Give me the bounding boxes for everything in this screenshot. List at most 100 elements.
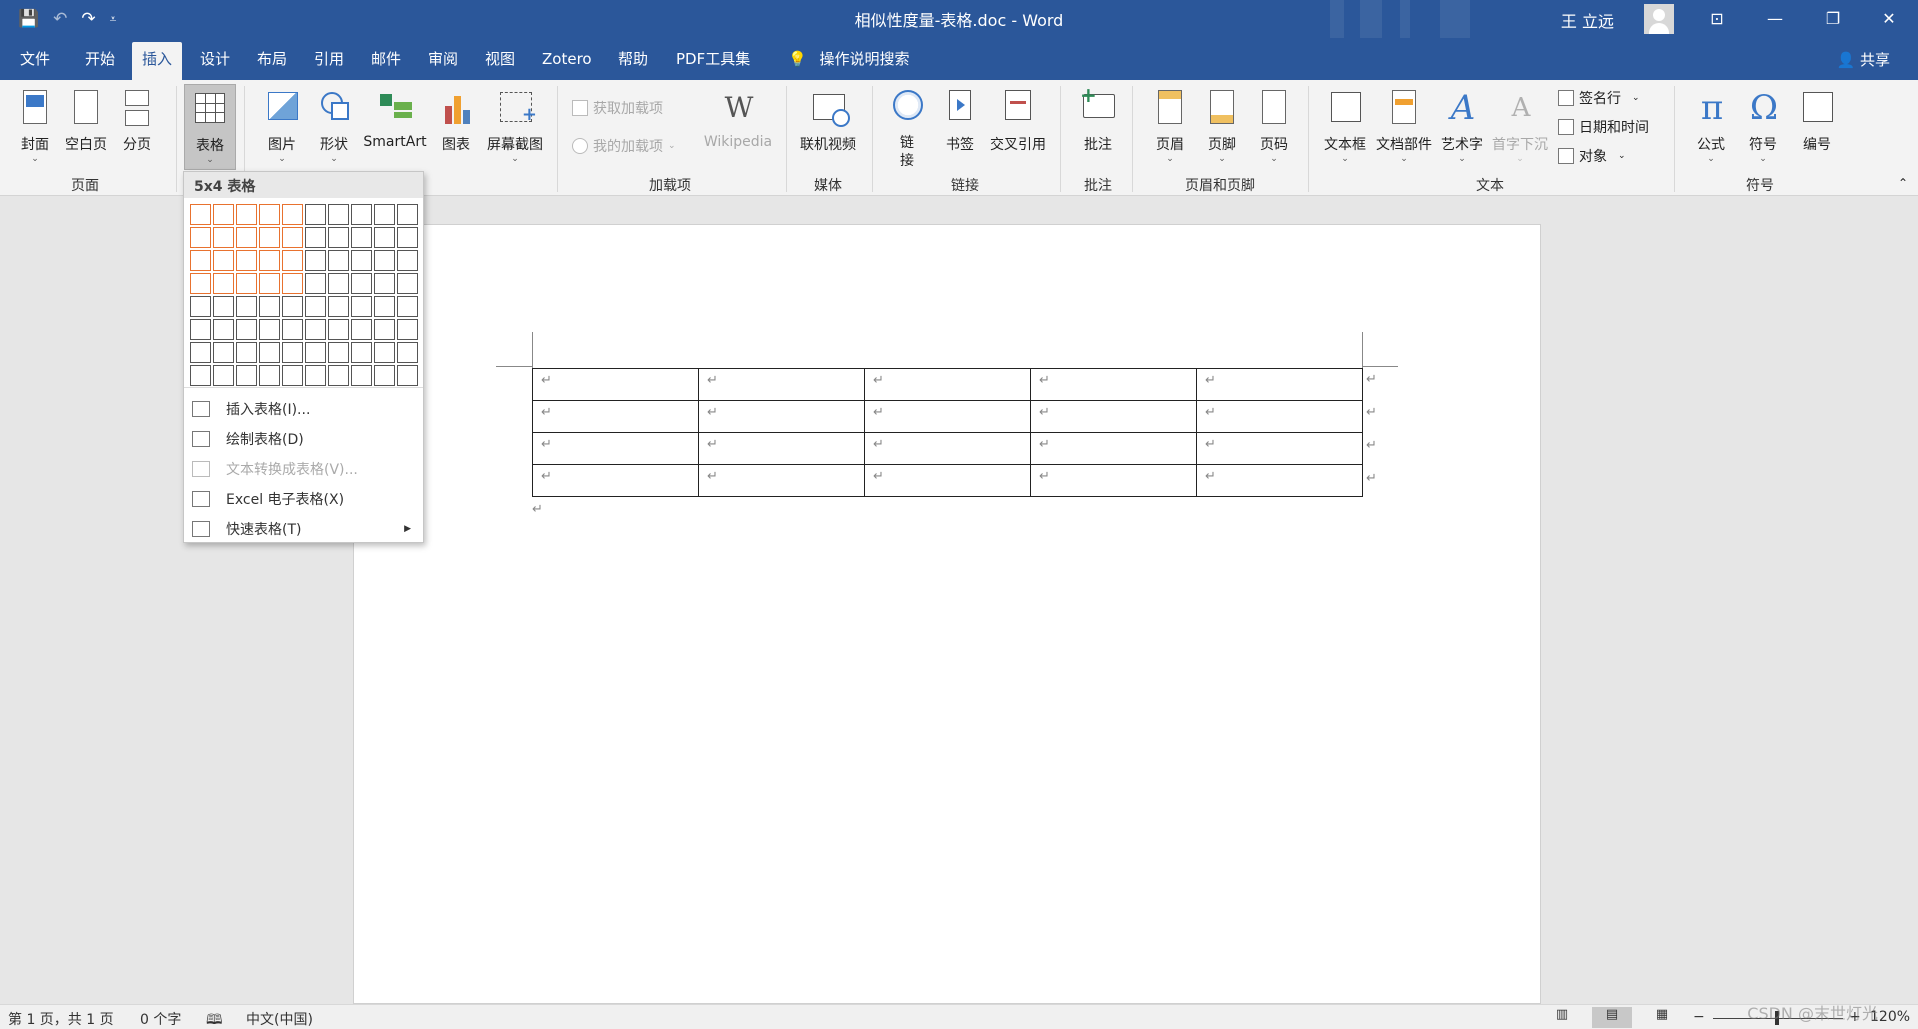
table-cell[interactable]: ↵ xyxy=(864,368,1031,401)
table-grid-cell[interactable] xyxy=(259,365,280,386)
table-grid-cell[interactable] xyxy=(351,273,372,294)
table-cell[interactable]: ↵ xyxy=(698,368,865,401)
table-grid-cell[interactable] xyxy=(236,296,257,317)
numbering-button[interactable]: 编号 xyxy=(1794,88,1840,154)
table-grid-cell[interactable] xyxy=(213,273,234,294)
comment-button[interactable]: 批注 xyxy=(1076,83,1120,154)
table-grid-cell[interactable] xyxy=(259,296,280,317)
symbol-button[interactable]: Ω 符号 ⌄ xyxy=(1740,88,1786,164)
table-cell[interactable]: ↵ xyxy=(1030,464,1197,497)
table-grid-cell[interactable] xyxy=(190,227,211,248)
table-grid-cell[interactable] xyxy=(282,227,303,248)
table-grid-cell[interactable] xyxy=(328,319,349,340)
textbox-button[interactable]: 文本框 ⌄ xyxy=(1320,88,1370,164)
menu-item[interactable]: 快速表格(T) ▶ xyxy=(184,514,423,544)
table-grid-cell[interactable] xyxy=(305,273,326,294)
table-cell[interactable]: ↵ xyxy=(532,464,699,497)
table-cell[interactable]: ↵ xyxy=(1030,368,1197,401)
drop-cap-button[interactable]: A 首字下沉 ⌄ xyxy=(1490,88,1550,164)
table-grid-cell[interactable] xyxy=(397,296,418,317)
wikipedia-button[interactable]: W Wikipedia xyxy=(700,88,776,150)
table-grid-cell[interactable] xyxy=(397,250,418,271)
share-button[interactable]: 👤 共享 xyxy=(1837,49,1890,70)
table-cell[interactable]: ↵ xyxy=(1196,464,1363,497)
table-grid-cell[interactable] xyxy=(397,365,418,386)
menu-item[interactable]: 绘制表格(D) xyxy=(184,424,423,454)
table-grid-cell[interactable] xyxy=(351,204,372,225)
read-mode-icon[interactable]: ▥ xyxy=(1542,1007,1582,1028)
table-grid-cell[interactable] xyxy=(397,342,418,363)
minimize-button[interactable]: — xyxy=(1746,0,1804,38)
table-grid-cell[interactable] xyxy=(259,204,280,225)
equation-button[interactable]: π 公式 ⌄ xyxy=(1688,88,1734,164)
table-grid-cell[interactable] xyxy=(374,250,395,271)
smartart-button[interactable]: SmartArt xyxy=(360,88,430,150)
my-addins-button[interactable]: 我的加载项 ⌄ xyxy=(572,136,676,156)
proofing-icon[interactable]: 🕮 xyxy=(206,1009,223,1029)
tab-layout[interactable]: 布局 xyxy=(247,42,297,80)
table-grid-cell[interactable] xyxy=(397,204,418,225)
table-cell[interactable]: ↵ xyxy=(864,432,1031,465)
table-grid-cell[interactable] xyxy=(236,319,257,340)
table-grid-cell[interactable] xyxy=(328,342,349,363)
table-grid-cell[interactable] xyxy=(259,250,280,271)
table-grid-cell[interactable] xyxy=(236,365,257,386)
table-cell[interactable]: ↵ xyxy=(1196,432,1363,465)
table-grid-cell[interactable] xyxy=(190,204,211,225)
table-grid-cell[interactable] xyxy=(351,365,372,386)
wordart-button[interactable]: A 艺术字 ⌄ xyxy=(1438,88,1486,164)
table-grid-cell[interactable] xyxy=(351,296,372,317)
document-table[interactable]: ↵ ↵ ↵ ↵ ↵ ↵ ↵ ↵ ↵ ↵ ↵ ↵ ↵ ↵ ↵ ↵ ↵ ↵ ↵ ↵ xyxy=(532,368,1363,497)
table-cell[interactable]: ↵ xyxy=(864,400,1031,433)
table-grid-cell[interactable] xyxy=(282,273,303,294)
screenshot-button[interactable]: 屏幕截图 ⌄ xyxy=(482,88,548,164)
word-count[interactable]: 0 个字 xyxy=(140,1009,181,1029)
table-cell[interactable]: ↵ xyxy=(698,432,865,465)
print-layout-icon[interactable]: ▤ xyxy=(1592,1007,1632,1028)
tab-insert[interactable]: 插入 xyxy=(132,42,183,80)
table-grid-cell[interactable] xyxy=(213,227,234,248)
tell-me-search[interactable]: 💡 操作说明搜索 xyxy=(778,42,919,80)
table-grid-cell[interactable] xyxy=(374,365,395,386)
table-grid-cell[interactable] xyxy=(305,250,326,271)
picture-button[interactable]: 图片 ⌄ xyxy=(260,88,304,164)
table-cell[interactable]: ↵ xyxy=(698,464,865,497)
table-grid-cell[interactable] xyxy=(213,204,234,225)
blank-page-button[interactable]: 空白页 xyxy=(62,88,110,154)
tab-design[interactable]: 设计 xyxy=(190,42,240,80)
object-button[interactable]: 对象 ⌄ xyxy=(1558,146,1626,166)
table-grid-cell[interactable] xyxy=(282,365,303,386)
menu-item[interactable]: 插入表格(I)... xyxy=(184,394,423,424)
cross-reference-button[interactable]: 交叉引用 xyxy=(986,88,1050,154)
date-time-button[interactable]: 日期和时间 xyxy=(1558,117,1649,137)
table-grid-cell[interactable] xyxy=(213,250,234,271)
page-break-button[interactable]: 分页 xyxy=(116,88,158,154)
table-grid-cell[interactable] xyxy=(190,342,211,363)
table-grid-cell[interactable] xyxy=(305,296,326,317)
table-cell[interactable]: ↵ xyxy=(532,368,699,401)
table-cell[interactable]: ↵ xyxy=(1030,432,1197,465)
table-grid-cell[interactable] xyxy=(374,319,395,340)
tab-file[interactable]: 文件 xyxy=(10,42,60,80)
table-grid-cell[interactable] xyxy=(328,365,349,386)
table-cell[interactable]: ↵ xyxy=(1030,400,1197,433)
table-grid-cell[interactable] xyxy=(259,273,280,294)
table-grid-cell[interactable] xyxy=(213,365,234,386)
table-grid-cell[interactable] xyxy=(351,250,372,271)
table-grid-cell[interactable] xyxy=(236,273,257,294)
tab-pdf-tools[interactable]: PDF工具集 xyxy=(666,42,760,80)
table-grid-cell[interactable] xyxy=(328,250,349,271)
table-grid-cell[interactable] xyxy=(259,342,280,363)
tab-references[interactable]: 引用 xyxy=(304,42,354,80)
language-indicator[interactable]: 中文(中国) xyxy=(246,1009,313,1029)
table-grid-cell[interactable] xyxy=(190,273,211,294)
table-grid-cell[interactable] xyxy=(374,227,395,248)
web-layout-icon[interactable]: ▦ xyxy=(1642,1007,1682,1028)
table-grid-cell[interactable] xyxy=(236,204,257,225)
table-grid-cell[interactable] xyxy=(213,319,234,340)
table-grid-cell[interactable] xyxy=(305,342,326,363)
table-button[interactable]: 表格 ⌄ xyxy=(184,84,236,170)
shapes-button[interactable]: 形状 ⌄ xyxy=(312,88,356,164)
header-button[interactable]: 页眉 ⌄ xyxy=(1150,88,1190,164)
signature-line-button[interactable]: 签名行 ⌄ xyxy=(1558,88,1640,108)
